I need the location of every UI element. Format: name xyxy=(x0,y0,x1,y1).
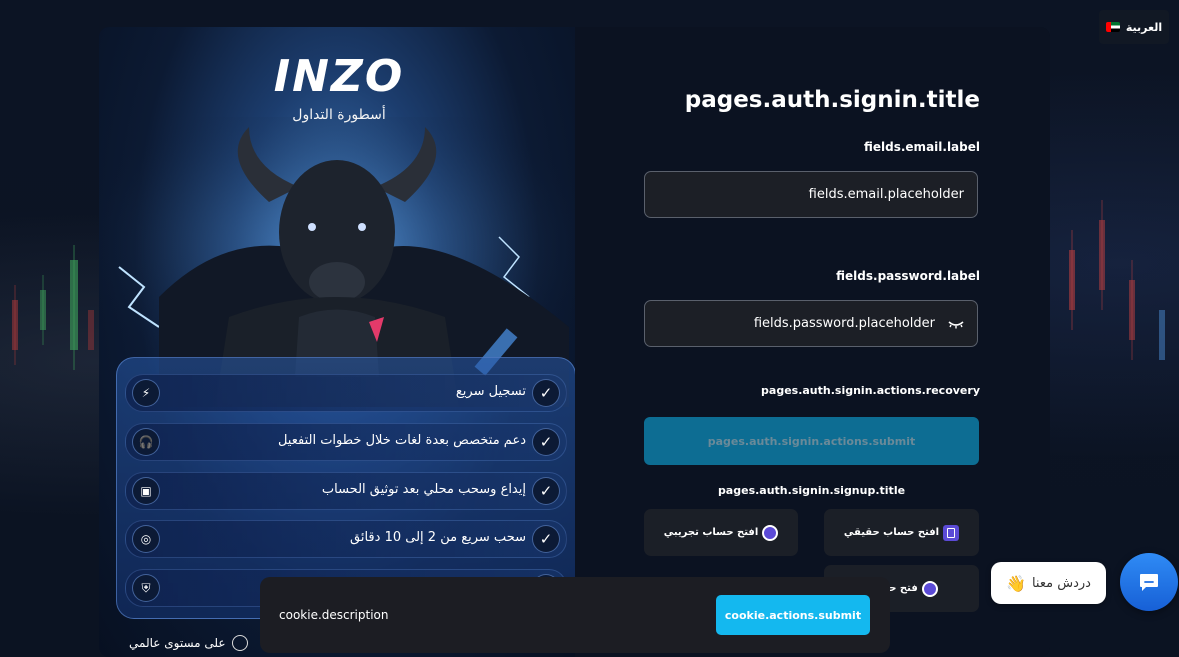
coin-icon xyxy=(762,524,779,541)
eye-closed-icon[interactable] xyxy=(947,316,965,332)
check-icon: ✓ xyxy=(532,379,560,407)
open-real-account-button[interactable]: افتح حساب حقيقي xyxy=(824,509,979,556)
feature-text: دعم متخصص بعدة لغات خلال خطوات التفعيل xyxy=(277,433,526,448)
chat-launcher-button[interactable] xyxy=(1120,553,1178,611)
cookie-accept-button[interactable]: cookie.actions.submit xyxy=(716,595,870,635)
password-field[interactable] xyxy=(645,301,977,346)
inzo-logo: INZO أسطورة التداول xyxy=(249,49,429,159)
open-demo-account-button[interactable]: افتح حساب تجريبي xyxy=(644,509,798,556)
language-switcher[interactable]: العربية xyxy=(1099,10,1169,44)
cookie-banner: cookie.description cookie.actions.submit xyxy=(260,577,890,653)
document-icon xyxy=(943,524,960,541)
chat-icon xyxy=(1140,574,1158,591)
password-field-wrapper xyxy=(644,300,978,347)
feature-text: تسجيل سريع xyxy=(455,384,526,399)
logo-wordmark: INZO xyxy=(273,51,405,102)
open-real-account-label: افتح حساب حقيقي xyxy=(843,527,940,538)
globe-icon xyxy=(231,635,248,651)
background-candles-right xyxy=(1069,200,1165,360)
feature-text: سحب سريع من 2 إلى 10 دقائق xyxy=(350,530,526,545)
feature-item: ◎ سحب سريع من 2 إلى 10 دقائق ✓ xyxy=(125,520,567,558)
chat-invite-text: دردش معنا xyxy=(1031,575,1091,591)
bottom-feature-text: على مستوى عالمي xyxy=(129,636,226,650)
coin-stack-icon: ◎ xyxy=(132,525,160,553)
logo-tagline: أسطورة التداول xyxy=(292,107,386,123)
feature-item: 🎧 دعم متخصص بعدة لغات خلال خطوات التفعيل… xyxy=(125,423,567,461)
promo-panel: INZO أسطورة التداول ⚡ تسجيل سريع ✓ 🎧 دعم… xyxy=(99,27,575,657)
coin-icon xyxy=(921,580,938,597)
uae-flag-icon xyxy=(1105,22,1120,32)
lightning-icon: ⚡ xyxy=(132,379,160,407)
cookie-description: cookie.description xyxy=(279,608,389,622)
bottom-feature-strip: على مستوى عالمي xyxy=(129,635,248,651)
signin-submit-button[interactable]: pages.auth.signin.actions.submit xyxy=(644,417,979,465)
feature-text: إيداع وسحب محلي بعد توثيق الحساب xyxy=(321,482,526,497)
email-field[interactable] xyxy=(645,172,977,217)
open-demo-account-label: افتح حساب تجريبي xyxy=(663,527,759,538)
forgot-password-link[interactable]: pages.auth.signin.actions.recovery xyxy=(761,384,980,397)
feature-item: ▣ إيداع وسحب محلي بعد توثيق الحساب ✓ xyxy=(125,472,567,510)
email-field-wrapper xyxy=(644,171,978,218)
password-label: fields.password.label xyxy=(836,269,980,283)
background-candles-left xyxy=(12,245,94,370)
shield-icon: ⛨ xyxy=(132,574,160,602)
language-label: العربية xyxy=(1125,20,1163,34)
signin-form: pages.auth.signin.title fields.email.lab… xyxy=(575,27,1050,657)
auth-card: INZO أسطورة التداول ⚡ تسجيل سريع ✓ 🎧 دعم… xyxy=(99,27,1050,657)
waving-hand-icon: 👋 xyxy=(1006,573,1026,593)
feature-item: ⚡ تسجيل سريع ✓ xyxy=(125,374,567,412)
chat-invite-bubble[interactable]: دردش معنا 👋 xyxy=(991,562,1106,604)
signup-title: pages.auth.signin.signup.title xyxy=(717,484,906,497)
wallet-icon: ▣ xyxy=(132,477,160,505)
headset-icon: 🎧 xyxy=(132,428,160,456)
check-icon: ✓ xyxy=(532,525,560,553)
check-icon: ✓ xyxy=(532,428,560,456)
check-icon: ✓ xyxy=(532,477,560,505)
email-label: fields.email.label xyxy=(863,140,980,154)
page-title: pages.auth.signin.title xyxy=(684,87,980,113)
